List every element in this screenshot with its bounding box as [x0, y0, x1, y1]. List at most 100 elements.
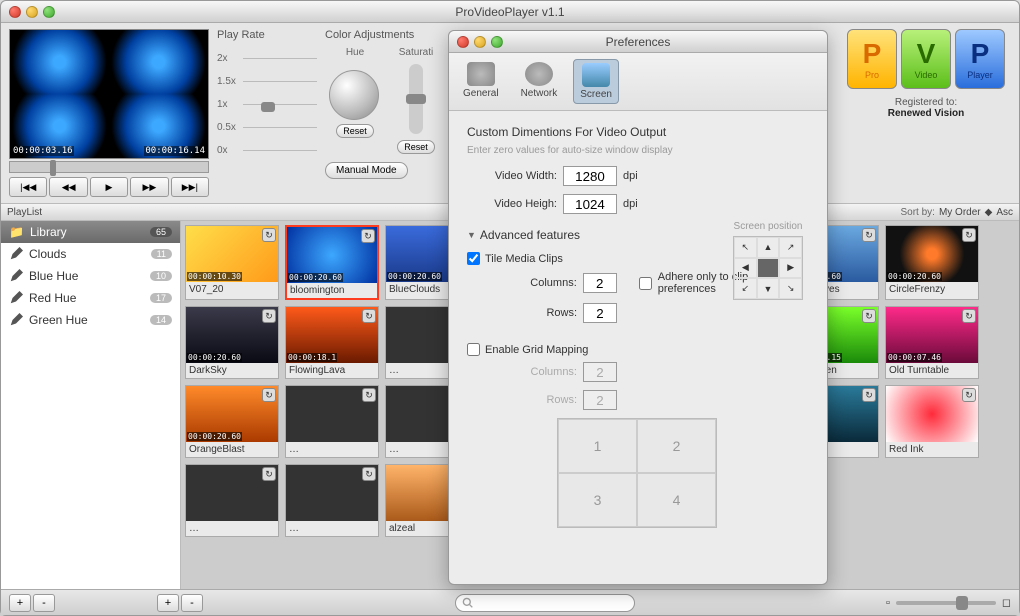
loop-icon[interactable]: ↻ [862, 388, 876, 402]
remove-playlist-button[interactable]: - [33, 594, 55, 612]
sidebar-item-clouds[interactable]: Clouds11 [1, 243, 180, 265]
saturate-reset-button[interactable]: Reset [397, 140, 435, 154]
clip-thumb[interactable]: ↻00:00:20.60DarkSky [185, 306, 279, 379]
grid-mapping-checkbox[interactable] [467, 343, 480, 356]
video-width-input[interactable] [563, 166, 617, 186]
close-icon[interactable] [457, 36, 469, 48]
scrubber[interactable] [9, 161, 209, 173]
grid-cell-2[interactable]: 2 [637, 419, 716, 473]
loop-icon[interactable]: ↻ [362, 467, 376, 481]
tile-rows-label: Rows: [487, 307, 577, 319]
next-button[interactable]: ▶▶ [130, 177, 168, 197]
sidebar-item-library[interactable]: 📁Library65 [1, 221, 180, 243]
grid-mapping-label: Enable Grid Mapping [485, 344, 588, 356]
remove-clip-button[interactable]: - [181, 594, 203, 612]
clip-thumb[interactable]: ↻00:00:20.60CircleFrenzy [885, 225, 979, 300]
arrow-up-right-icon[interactable]: ↗ [779, 237, 802, 258]
prefs-titlebar[interactable]: Preferences [449, 31, 827, 53]
arrow-right-icon[interactable]: ▶ [779, 258, 802, 279]
arrow-left-icon[interactable]: ◀ [734, 258, 757, 279]
arrow-down-right-icon[interactable]: ↘ [779, 278, 802, 299]
loop-icon[interactable]: ↻ [361, 229, 375, 243]
clip-thumb[interactable]: ↻… [185, 464, 279, 537]
pen-icon [9, 313, 23, 327]
preview-canvas[interactable]: 00:00:03.16 00:00:16.14 [9, 29, 209, 159]
arrow-up-icon[interactable]: ▲ [757, 237, 780, 258]
sidebar-item-red-hue[interactable]: Red Hue17 [1, 287, 180, 309]
arrow-up-left-icon[interactable]: ↖ [734, 237, 757, 258]
loop-icon[interactable]: ↻ [262, 309, 276, 323]
clip-name: OrangeBlast [186, 442, 278, 457]
clip-name: DarkSky [186, 363, 278, 378]
first-button[interactable]: |◀◀ [9, 177, 47, 197]
playrate-thumb[interactable] [261, 102, 275, 112]
clip-name: Old Turntable [886, 363, 978, 378]
minimize-icon[interactable] [26, 6, 38, 18]
tile-media-checkbox[interactable] [467, 252, 480, 265]
loop-icon[interactable]: ↻ [962, 388, 976, 402]
grid-cell-1[interactable]: 1 [558, 419, 637, 473]
loop-icon[interactable]: ↻ [862, 309, 876, 323]
sidebar-item-blue-hue[interactable]: Blue Hue10 [1, 265, 180, 287]
add-clip-button[interactable]: + [157, 594, 179, 612]
loop-icon[interactable]: ↻ [362, 388, 376, 402]
last-button[interactable]: ▶▶| [171, 177, 209, 197]
zoom-icon[interactable] [491, 36, 503, 48]
video-height-input[interactable] [563, 194, 617, 214]
tile-cols-input[interactable] [583, 273, 617, 293]
gm-cols-input [583, 362, 617, 382]
clip-timecode: 00:00:20.60 [187, 432, 242, 441]
add-playlist-button[interactable]: + [9, 594, 31, 612]
loop-icon[interactable]: ↻ [262, 228, 276, 242]
sort-asc-button[interactable]: Asc [996, 207, 1013, 218]
main-titlebar[interactable]: ProVideoPlayer v1.1 [1, 1, 1019, 23]
sidebar-item-count: 14 [150, 315, 172, 325]
clip-thumb[interactable]: ↻00:00:07.46Old Turntable [885, 306, 979, 379]
window-title: ProVideoPlayer v1.1 [455, 5, 564, 19]
loop-icon[interactable]: ↻ [362, 309, 376, 323]
hue-reset-button[interactable]: Reset [336, 124, 374, 138]
zoom-icon[interactable] [43, 6, 55, 18]
tab-network[interactable]: Network [515, 59, 564, 104]
loop-icon[interactable]: ↻ [262, 467, 276, 481]
tab-screen[interactable]: Screen [573, 59, 619, 104]
tile-rows-input[interactable] [583, 303, 617, 323]
sidebar-item-green-hue[interactable]: Green Hue14 [1, 309, 180, 331]
arrow-down-left-icon[interactable]: ↙ [734, 278, 757, 299]
loop-icon[interactable]: ↻ [262, 388, 276, 402]
prev-button[interactable]: ◀◀ [49, 177, 87, 197]
minimize-icon[interactable] [474, 36, 486, 48]
clip-thumb[interactable]: ↻… [285, 464, 379, 537]
zoom-slider[interactable] [896, 601, 996, 605]
loop-icon[interactable]: ↻ [962, 228, 976, 242]
search-field[interactable] [455, 594, 635, 612]
clip-thumb[interactable]: ↻ 00:00:20.60OrangeBlast [185, 385, 279, 458]
clip-thumb[interactable]: ↻00:00:10.30V07_20 [185, 225, 279, 300]
clip-thumb[interactable]: ↻00:00:18.1FlowingLava [285, 306, 379, 379]
clip-thumb[interactable]: ↻Red Ink [885, 385, 979, 458]
arrow-down-icon[interactable]: ▼ [757, 278, 780, 299]
grid-cell-4[interactable]: 4 [637, 473, 716, 527]
close-icon[interactable] [9, 6, 21, 18]
manual-mode-button[interactable]: Manual Mode [325, 162, 408, 179]
grid-cell-3[interactable]: 3 [558, 473, 637, 527]
clip-thumb[interactable]: ↻… [285, 385, 379, 458]
tab-general[interactable]: General [457, 59, 505, 104]
hue-knob[interactable] [329, 70, 379, 120]
playrate-slider[interactable]: 2x 1.5x 1x 0.5x 0x [217, 47, 317, 157]
loop-icon[interactable]: ↻ [862, 228, 876, 242]
loop-icon[interactable]: ↻ [962, 309, 976, 323]
sort-arrows-icon[interactable]: ◆ [985, 207, 993, 218]
center-icon[interactable] [757, 258, 780, 279]
adhere-checkbox[interactable] [639, 277, 652, 290]
library-icon: 📁 [9, 225, 24, 239]
clip-timecode: 00:00:20.60 [288, 273, 343, 282]
sort-by-value[interactable]: My Order [939, 207, 981, 218]
search-icon [462, 597, 473, 608]
clip-thumb[interactable]: ↻00:00:20.60bloomington [285, 225, 379, 300]
saturate-slider[interactable] [409, 64, 423, 134]
play-button[interactable]: ▶ [90, 177, 128, 197]
gm-cols-label: Columns: [487, 366, 577, 378]
window-controls [9, 6, 55, 18]
screen-position-picker[interactable]: ↖▲↗ ◀ ▶ ↙▼↘ [733, 236, 803, 300]
